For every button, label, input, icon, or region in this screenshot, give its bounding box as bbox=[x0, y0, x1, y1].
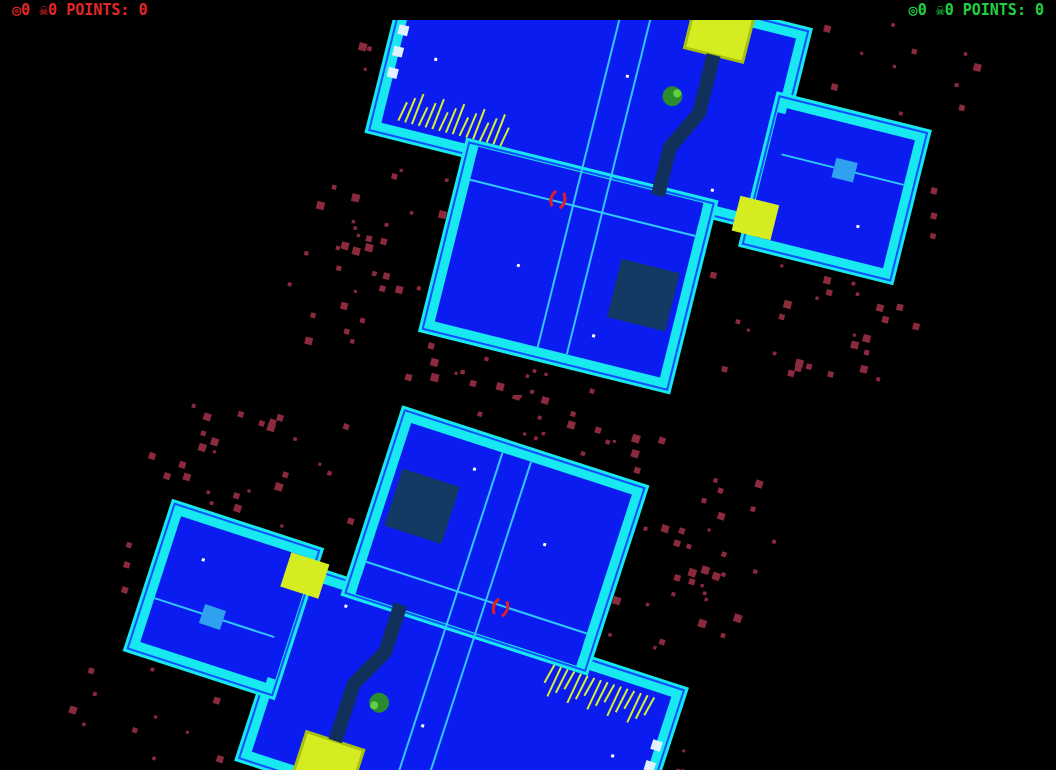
side-room bbox=[123, 499, 325, 701]
player-two-view bbox=[0, 395, 1056, 770]
game-screen: ◎0☠0POINTS: 0 ◎0☠0POINTS: 0 bbox=[0, 0, 1056, 770]
player-sprite bbox=[660, 84, 684, 108]
crate bbox=[280, 552, 329, 599]
player-score: ◎0☠0POINTS: 0 bbox=[12, 0, 147, 20]
machine bbox=[384, 469, 460, 545]
crate bbox=[684, 20, 754, 62]
level-map bbox=[270, 20, 996, 395]
crate bbox=[291, 732, 364, 770]
pipe bbox=[658, 50, 714, 200]
enemy-sprite bbox=[549, 190, 566, 209]
player-one-view bbox=[0, 20, 1056, 395]
player-sprite bbox=[367, 690, 392, 715]
hud-bar: ◎0☠0POINTS: 0 ◎0☠0POINTS: 0 bbox=[0, 0, 1056, 20]
level-map bbox=[52, 395, 799, 770]
enemy-sprite bbox=[491, 598, 509, 618]
player-score: ◎0☠0POINTS: 0 bbox=[909, 0, 1044, 20]
machine bbox=[607, 259, 680, 332]
side-room bbox=[738, 91, 932, 285]
crate bbox=[732, 196, 780, 241]
lower-room bbox=[418, 138, 719, 395]
pipe bbox=[335, 598, 400, 747]
